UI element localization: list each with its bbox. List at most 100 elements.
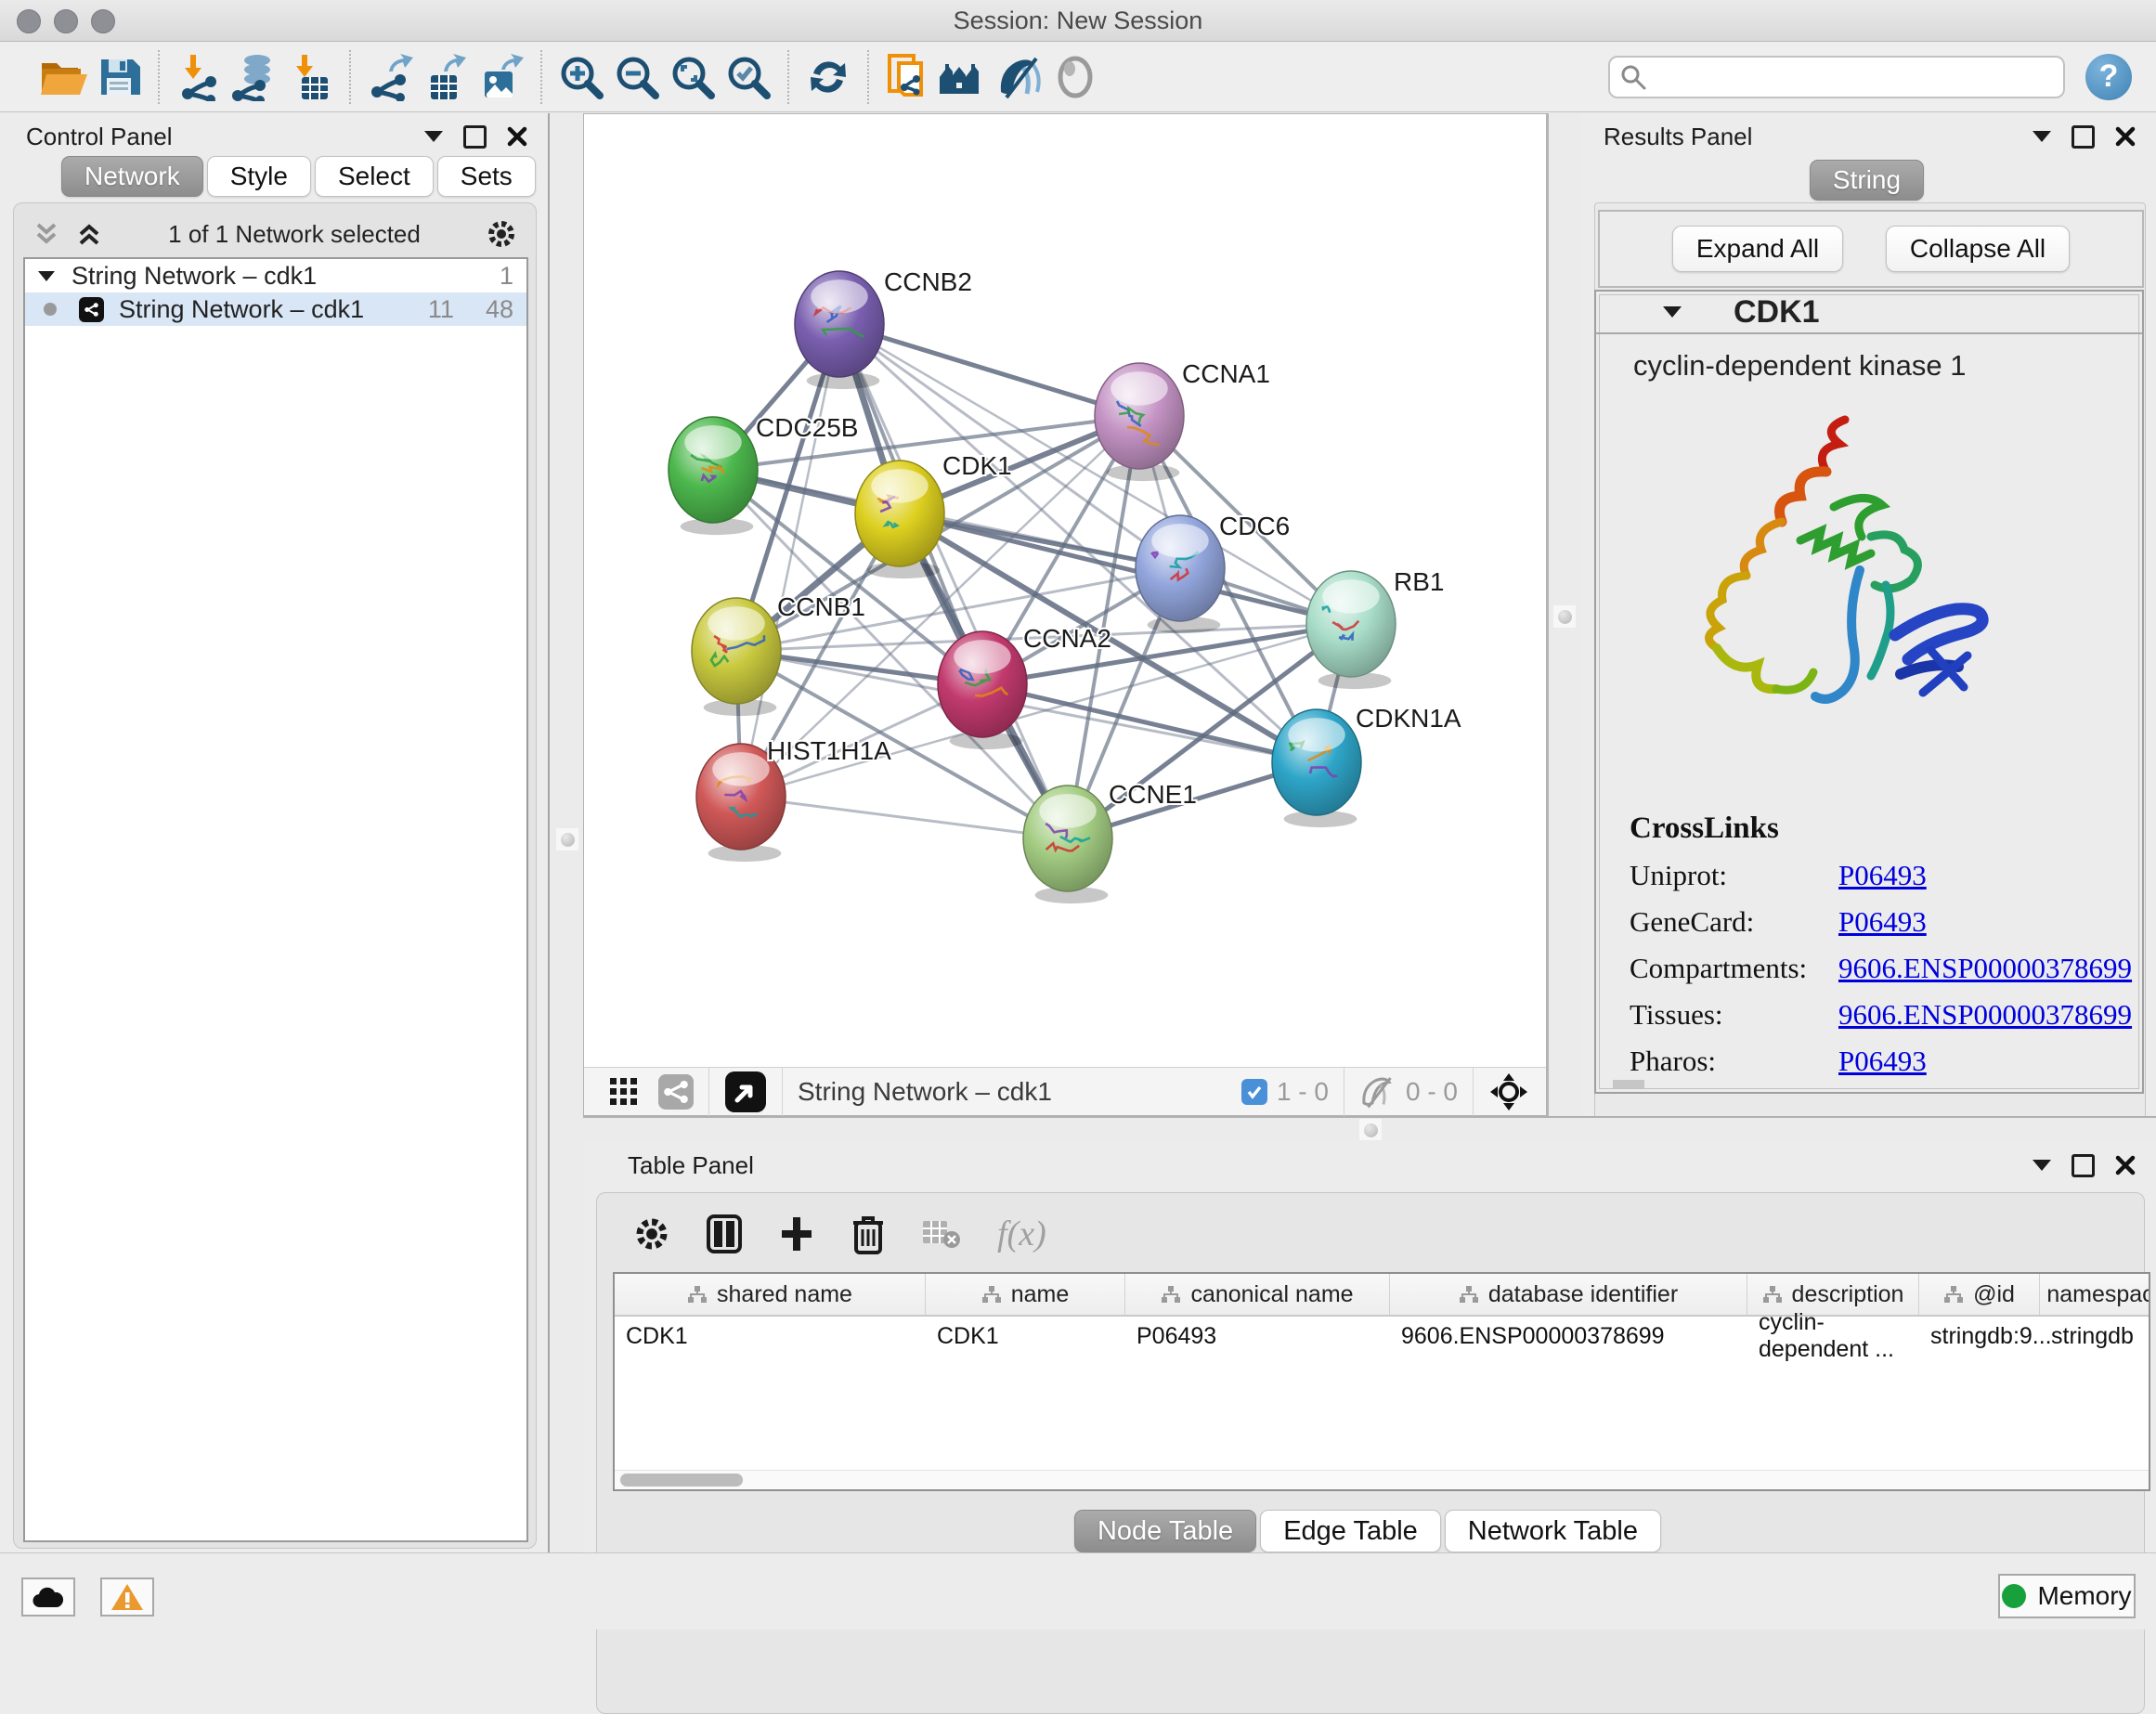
- options-gear-icon[interactable]: [486, 218, 517, 250]
- collection-expand-icon[interactable]: [38, 271, 55, 281]
- table-cell[interactable]: CDK1: [926, 1317, 1125, 1356]
- open-session-button[interactable]: [35, 49, 91, 105]
- results-collapse-icon[interactable]: [2033, 131, 2051, 142]
- right-splitter-handle[interactable]: [1553, 605, 1576, 628]
- node-table[interactable]: shared namenamecanonical namedatabase id…: [613, 1272, 2150, 1491]
- annotation-button[interactable]: [880, 49, 936, 105]
- results-close-icon[interactable]: [2115, 126, 2136, 147]
- crosslink-link[interactable]: 9606.ENSP00000378699: [1838, 998, 2132, 1032]
- table-close-icon[interactable]: [2115, 1155, 2136, 1175]
- column-type-icon: [1762, 1285, 1783, 1304]
- zoom-fit-button[interactable]: [665, 49, 721, 105]
- show-columns-icon[interactable]: [706, 1214, 743, 1254]
- node-CCNA1[interactable]: CCNA1: [1095, 359, 1270, 481]
- table-collapse-icon[interactable]: [2033, 1160, 2051, 1171]
- pan-crosshair-icon[interactable]: [1488, 1071, 1529, 1112]
- import-network-database-button[interactable]: [227, 49, 282, 105]
- network-row-selected[interactable]: String Network – cdk1 11 48: [25, 292, 526, 326]
- network-canvas[interactable]: CCNB2CCNA1CDC25BCDK1CDC6RB1CCNB1CCNA2CDK…: [583, 113, 1547, 1116]
- warnings-button[interactable]: [100, 1578, 154, 1617]
- table-cell[interactable]: cyclin-dependent ...: [1747, 1317, 1919, 1356]
- tab-string[interactable]: String: [1810, 160, 1924, 201]
- horizontal-splitter[interactable]: [583, 1116, 2156, 1142]
- tab-style[interactable]: Style: [207, 156, 311, 197]
- table-hscrollbar[interactable]: [615, 1470, 2149, 1489]
- crosslink-link[interactable]: P06493: [1838, 905, 1927, 939]
- card-hscrollbar[interactable]: [1613, 1080, 1644, 1088]
- table-cell[interactable]: stringdb: [2040, 1317, 2150, 1356]
- table-cell[interactable]: P06493: [1125, 1317, 1390, 1356]
- table-cell[interactable]: CDK1: [615, 1317, 926, 1356]
- tab-select[interactable]: Select: [315, 156, 434, 197]
- crosslink-link[interactable]: P06493: [1838, 859, 1927, 892]
- node-CDKN1A[interactable]: CDKN1A: [1272, 704, 1461, 827]
- tab-network[interactable]: Network: [61, 156, 203, 197]
- tab-network-table[interactable]: Network Table: [1445, 1510, 1661, 1552]
- export-network-button[interactable]: [362, 49, 418, 105]
- collapse-panel-icon[interactable]: [424, 131, 443, 142]
- memory-button[interactable]: Memory: [1998, 1574, 2136, 1618]
- node-RB1[interactable]: RB1: [1306, 567, 1444, 689]
- column-header--id[interactable]: @id: [1919, 1274, 2040, 1315]
- node-CDC25B[interactable]: CDC25B: [669, 413, 858, 535]
- zoom-in-button[interactable]: [553, 49, 609, 105]
- network-graph[interactable]: CCNB2CCNA1CDC25BCDK1CDC6RB1CCNB1CCNA2CDK…: [584, 114, 1546, 1067]
- table-row[interactable]: CDK1CDK1P064939606.ENSP00000378699cyclin…: [615, 1317, 2149, 1356]
- refresh-button[interactable]: [800, 49, 856, 105]
- table-float-icon[interactable]: [2072, 1154, 2095, 1177]
- export-image-button[interactable]: [474, 49, 529, 105]
- node-CCNE1[interactable]: CCNE1: [1023, 780, 1197, 903]
- import-network-file-button[interactable]: [171, 49, 227, 105]
- edge-CCNA2-CDKN1A[interactable]: [982, 684, 1317, 762]
- table-cell[interactable]: stringdb:9...: [1919, 1317, 2040, 1356]
- import-table-button[interactable]: [282, 49, 338, 105]
- collapse-all-button[interactable]: Collapse All: [1886, 226, 2070, 272]
- birdseye-button[interactable]: [936, 49, 992, 105]
- zoom-out-button[interactable]: [609, 49, 665, 105]
- cdk1-collapse-icon[interactable]: [1663, 306, 1682, 318]
- birdseye-toggle-icon[interactable]: [724, 1071, 767, 1113]
- expand-all-button[interactable]: Expand All: [1672, 226, 1843, 272]
- selected-nodes-checkbox[interactable]: [1241, 1079, 1267, 1105]
- results-float-icon[interactable]: [2072, 125, 2095, 149]
- show-all-button[interactable]: [1047, 49, 1103, 105]
- column-header-shared-name[interactable]: shared name: [615, 1274, 926, 1315]
- table-cell[interactable]: 9606.ENSP00000378699: [1390, 1317, 1747, 1356]
- expand-all-icon[interactable]: [75, 222, 103, 246]
- tab-edge-table[interactable]: Edge Table: [1260, 1510, 1441, 1552]
- horizontal-splitter-handle[interactable]: [1359, 1119, 1382, 1141]
- hide-selected-button[interactable]: [992, 49, 1047, 105]
- right-splitter[interactable]: [1547, 113, 1585, 1116]
- edge-CCNB2-CCNA1[interactable]: [839, 324, 1139, 416]
- network-collection-row[interactable]: String Network – cdk1 1: [25, 259, 526, 292]
- grid-view-icon[interactable]: [608, 1076, 640, 1108]
- column-header-name[interactable]: name: [926, 1274, 1125, 1315]
- zoom-selected-button[interactable]: [721, 49, 776, 105]
- delete-column-icon[interactable]: [851, 1214, 886, 1254]
- node-CDC6[interactable]: CDC6: [1136, 512, 1290, 633]
- node-CCNB2[interactable]: CCNB2: [795, 267, 972, 389]
- left-splitter-handle[interactable]: [556, 828, 578, 851]
- node-HIST1H1A[interactable]: HIST1H1A: [696, 736, 891, 862]
- cloud-button[interactable]: [21, 1578, 75, 1617]
- collapse-all-icon[interactable]: [32, 222, 60, 246]
- close-panel-icon[interactable]: [507, 126, 527, 147]
- left-splitter[interactable]: [548, 113, 585, 1552]
- crosslink-link[interactable]: 9606.ENSP00000378699: [1838, 952, 2132, 985]
- help-button[interactable]: ?: [2085, 54, 2132, 100]
- tab-sets[interactable]: Sets: [437, 156, 536, 197]
- column-header-canonical-name[interactable]: canonical name: [1125, 1274, 1390, 1315]
- save-session-button[interactable]: [91, 49, 147, 105]
- create-column-icon[interactable]: [778, 1214, 815, 1254]
- crosslink-link[interactable]: P06493: [1838, 1045, 1927, 1078]
- tab-node-table[interactable]: Node Table: [1074, 1510, 1256, 1552]
- column-header-namespac[interactable]: namespac: [2040, 1274, 2150, 1315]
- search-input[interactable]: [1608, 56, 2065, 98]
- export-table-button[interactable]: [418, 49, 474, 105]
- table-options-gear-icon[interactable]: [633, 1215, 670, 1253]
- node-CCNB1[interactable]: CCNB1: [692, 592, 865, 716]
- share-view-icon[interactable]: [658, 1074, 694, 1110]
- edge-CCNE1-HIST1H1A[interactable]: [741, 797, 1068, 838]
- float-panel-icon[interactable]: [463, 125, 487, 149]
- column-header-database-identifier[interactable]: database identifier: [1390, 1274, 1747, 1315]
